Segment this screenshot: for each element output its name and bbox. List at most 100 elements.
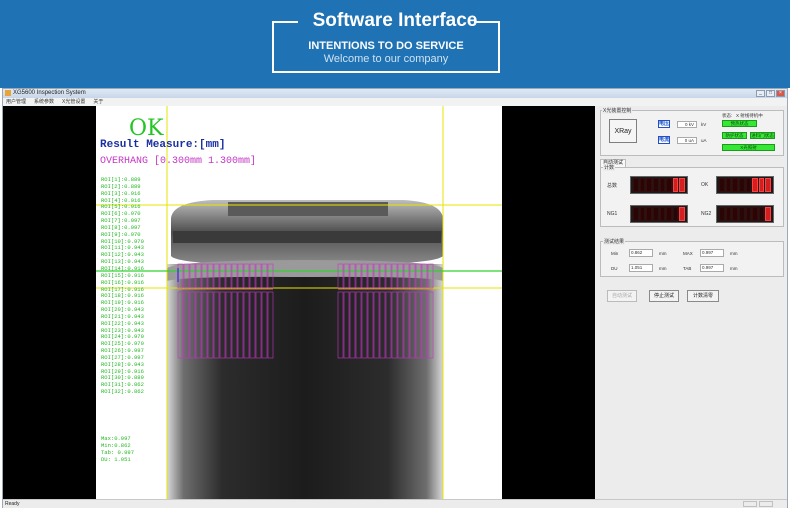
reset-count-button[interactable]: 计数清零	[687, 290, 719, 302]
ng2-counter	[716, 205, 774, 223]
banner-welcome: Welcome to our company	[323, 53, 449, 65]
ng1-counter	[630, 205, 688, 223]
control-panel: X光装置控制 XRay 电压 0 kV kV 电流 0 uA uA 状态: X …	[597, 106, 787, 499]
led-digit	[672, 178, 679, 192]
led-digit	[725, 207, 732, 221]
voltage-unit: kV	[701, 122, 707, 127]
result-group	[600, 241, 784, 277]
header-banner: Software Interface INTENTIONS TO DO SERV…	[0, 0, 790, 88]
led-digit	[745, 178, 752, 192]
led-digit	[652, 178, 659, 192]
led-digit	[659, 207, 666, 221]
led-digit	[679, 207, 685, 221]
minimize-icon[interactable]: _	[756, 90, 765, 97]
led-digit	[732, 178, 738, 192]
result-status: OK	[129, 116, 164, 141]
led-digit	[633, 207, 639, 221]
status-segment	[743, 501, 757, 507]
voltage-value: 0 kV	[677, 121, 697, 128]
app-icon	[5, 90, 11, 96]
status-value: X 射线待机中	[736, 113, 763, 118]
voltage-label: 电压	[658, 120, 670, 128]
roi-measurement-list: ROI[1]:0.889 ROI[2]:0.889 ROI[3]:0.916 ROI[…	[101, 176, 144, 396]
led-digit	[765, 178, 771, 192]
cell-body	[167, 264, 443, 499]
led-digit	[666, 178, 672, 192]
led-digit	[758, 178, 765, 192]
count-group-label: 计数	[603, 164, 616, 171]
maximize-icon[interactable]: □	[766, 90, 775, 97]
max-value: 0.997	[700, 249, 724, 257]
min-unit: mm	[659, 251, 667, 256]
max-label: MAX	[683, 251, 693, 256]
tab-unit: mm	[730, 266, 738, 271]
menu-bar: 用户管理 系统参数 X光管设置 关于	[3, 98, 787, 106]
menu-xray[interactable]: X光管设置	[62, 98, 85, 106]
led-digit	[646, 207, 652, 221]
led-digit	[725, 178, 732, 192]
min-value: 0.862	[629, 249, 653, 257]
interlock-indicator: 防护状态	[722, 132, 747, 139]
menu-about[interactable]: 关于	[93, 98, 103, 106]
banner-subtitle: INTENTIONS TO DO SERVICE	[308, 40, 464, 52]
led-digit	[752, 207, 758, 221]
led-digit	[758, 207, 765, 221]
led-digit	[719, 207, 725, 221]
auto-test-button[interactable]: 自动测试	[607, 290, 637, 302]
led-digit	[752, 178, 758, 192]
status-label: 状态:	[722, 113, 733, 118]
current-label: 电流	[658, 136, 670, 144]
xray-button[interactable]: XRay	[609, 119, 637, 143]
window-titlebar: XG5600 Inspection System _ □ ×	[3, 89, 787, 98]
status-text: Ready	[5, 501, 20, 507]
ray-indicator: X光照射	[722, 144, 775, 151]
max-unit: mm	[730, 251, 738, 256]
du-value: 1.051	[629, 264, 653, 272]
led-digit	[745, 207, 752, 221]
led-digit	[719, 178, 725, 192]
roi-measurement: ROI[32]:0.862	[101, 388, 144, 396]
window-title: XG5600 Inspection System	[13, 90, 86, 96]
led-digit	[639, 207, 646, 221]
led-digit	[666, 207, 672, 221]
cap-band	[173, 231, 441, 243]
xray-image	[96, 106, 502, 499]
app-window: XG5600 Inspection System _ □ × 用户管理 系统参数…	[2, 88, 788, 508]
cap-top	[228, 202, 388, 216]
measurement-stats: Max:0.997 Min:0.862 Tab: 0.997 DU: 1.051	[101, 435, 134, 463]
led-digit	[672, 207, 679, 221]
current-value: 0 uA	[677, 137, 697, 144]
xray-group-label: X光装置控制	[602, 107, 633, 114]
du-unit: mm	[659, 266, 667, 271]
window-controls: _ □ ×	[756, 90, 785, 97]
result-measure-label: Result Measure:[mm]	[100, 139, 226, 151]
ng2-label: NG2	[701, 211, 712, 217]
result-group-label: 测试结果	[603, 238, 626, 245]
led-digit	[732, 207, 738, 221]
close-icon[interactable]: ×	[776, 90, 785, 97]
door-indicator: 进料门状态	[750, 132, 775, 139]
led-digit	[765, 207, 771, 221]
banner-frame-right	[474, 21, 500, 23]
tab-value: 0.997	[700, 264, 724, 272]
stop-test-button[interactable]: 停止测试	[649, 290, 679, 302]
led-digit	[679, 178, 685, 192]
menu-user[interactable]: 用户管理	[6, 98, 26, 106]
led-digit	[633, 178, 639, 192]
total-label: 总数	[607, 183, 618, 189]
menu-system[interactable]: 系统参数	[34, 98, 54, 106]
stat-line: DU: 1.051	[101, 455, 131, 463]
du-label: DU	[611, 266, 618, 271]
min-label: Min	[611, 251, 619, 256]
banner-frame-left	[272, 21, 298, 23]
tab-label: TAB	[683, 266, 692, 271]
preheat-indicator: 预热状态	[722, 120, 757, 127]
led-digit	[639, 178, 646, 192]
status-segment	[759, 501, 773, 507]
led-digit	[659, 178, 666, 192]
ok-label: OK	[701, 182, 709, 188]
total-counter	[630, 176, 688, 194]
led-digit	[738, 207, 745, 221]
led-digit	[738, 178, 745, 192]
current-unit: uA	[701, 138, 707, 143]
